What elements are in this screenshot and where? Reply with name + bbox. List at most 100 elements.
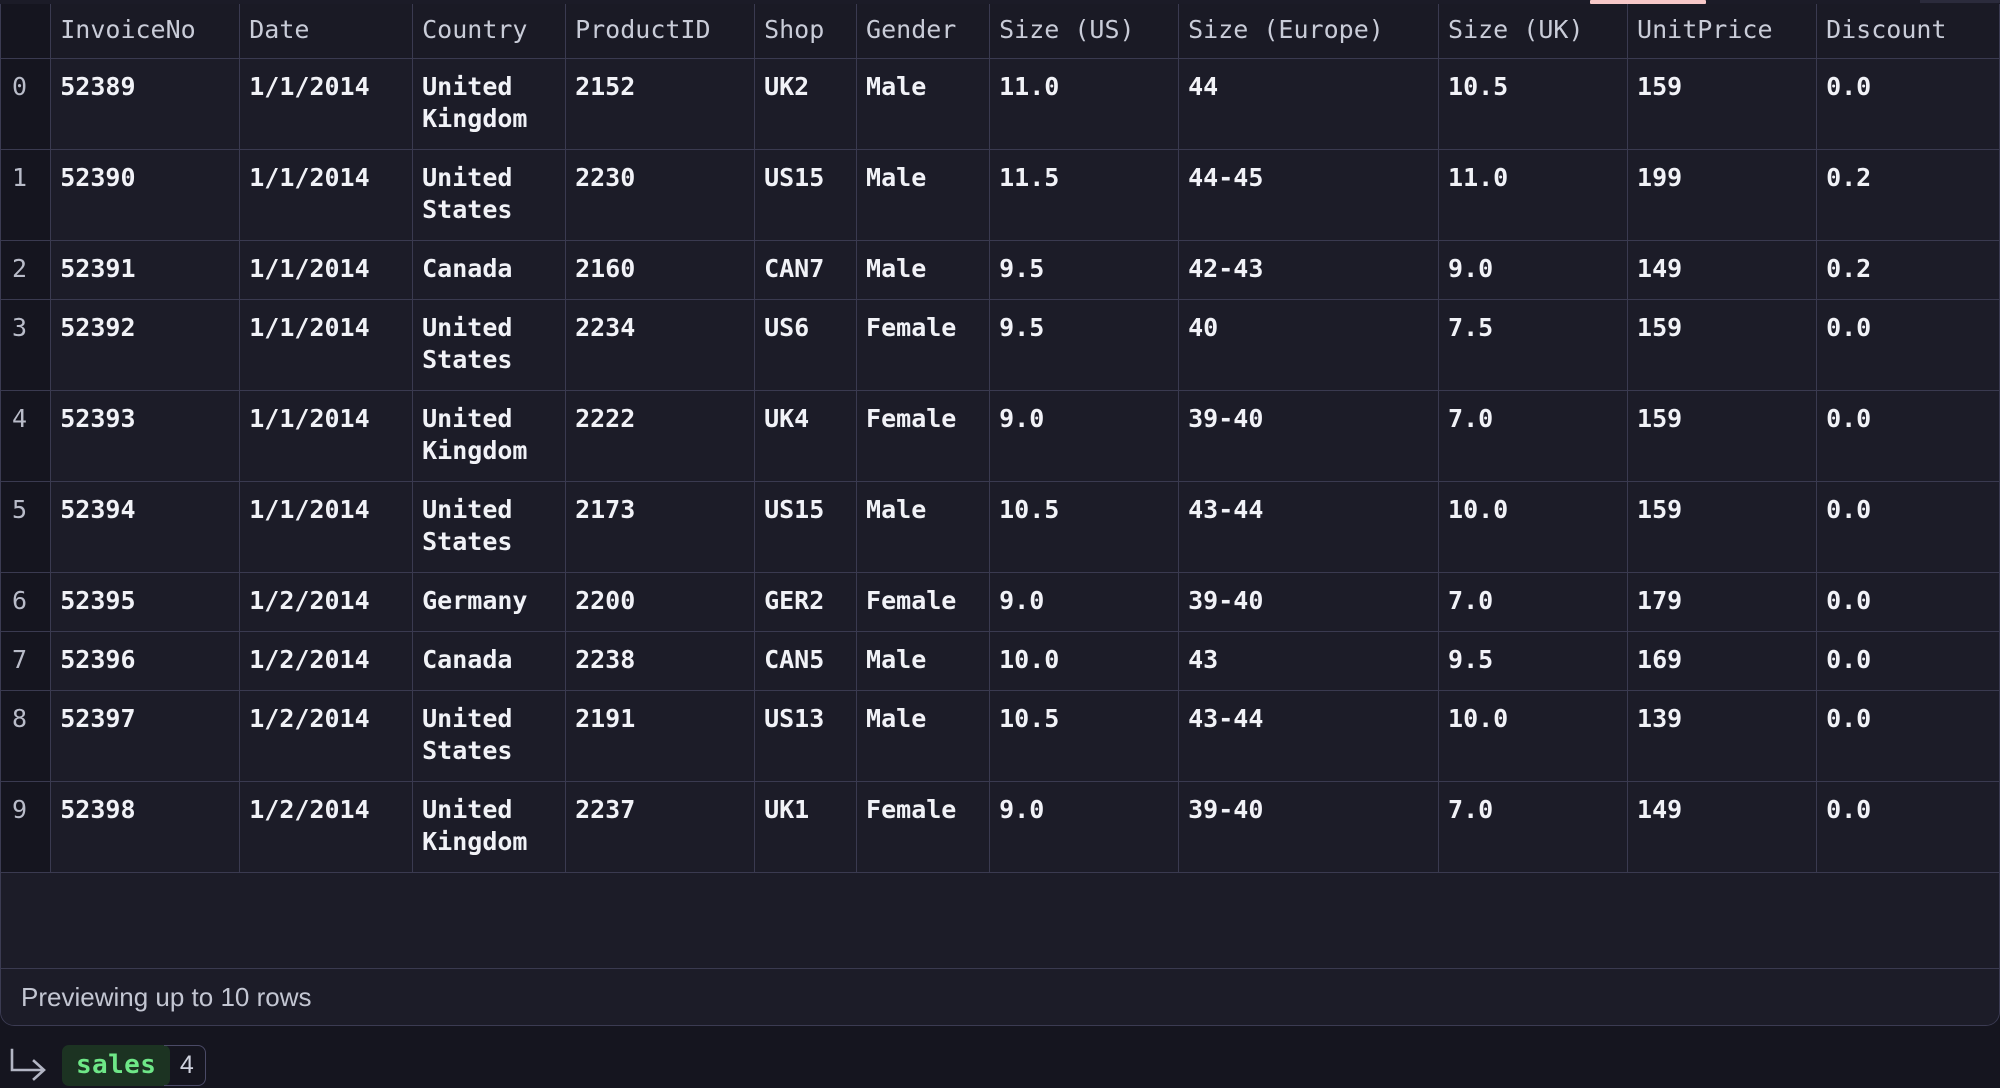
cell-size-europe[interactable]: 39-40 bbox=[1179, 782, 1439, 873]
variable-chip[interactable]: sales 4 bbox=[62, 1045, 206, 1086]
cell-discount[interactable]: 0.0 bbox=[1817, 691, 2000, 782]
cell-discount[interactable]: 0.0 bbox=[1817, 482, 2000, 573]
cell-shop[interactable]: UK2 bbox=[755, 59, 857, 150]
cell-date[interactable]: 1/2/2014 bbox=[240, 632, 413, 691]
cell-country[interactable]: United Kingdom bbox=[413, 391, 566, 482]
cell-invoiceno[interactable]: 52389 bbox=[51, 59, 240, 150]
column-header-productid[interactable]: ProductID bbox=[566, 4, 755, 59]
cell-productid[interactable]: 2173 bbox=[566, 482, 755, 573]
cell-unitprice[interactable]: 159 bbox=[1628, 391, 1817, 482]
cell-gender[interactable]: Male bbox=[857, 150, 990, 241]
cell-shop[interactable]: CAN5 bbox=[755, 632, 857, 691]
cell-shop[interactable]: US13 bbox=[755, 691, 857, 782]
cell-size-us[interactable]: 9.0 bbox=[990, 391, 1179, 482]
variable-name-badge[interactable]: sales bbox=[62, 1045, 170, 1086]
cell-productid[interactable]: 2222 bbox=[566, 391, 755, 482]
cell-size-uk[interactable]: 7.0 bbox=[1439, 391, 1628, 482]
column-header-unitprice[interactable]: UnitPrice bbox=[1628, 4, 1817, 59]
cell-productid[interactable]: 2230 bbox=[566, 150, 755, 241]
cell-size-europe[interactable]: 44 bbox=[1179, 59, 1439, 150]
cell-productid[interactable]: 2191 bbox=[566, 691, 755, 782]
variable-reference-count[interactable]: 4 bbox=[164, 1045, 206, 1086]
cell-gender[interactable]: Male bbox=[857, 632, 990, 691]
cell-size-us[interactable]: 9.5 bbox=[990, 300, 1179, 391]
table-row[interactable]: 5523941/1/2014United States2173US15Male1… bbox=[1, 482, 2000, 573]
cell-invoiceno[interactable]: 52398 bbox=[51, 782, 240, 873]
cell-productid[interactable]: 2160 bbox=[566, 241, 755, 300]
cell-size-uk[interactable]: 9.0 bbox=[1439, 241, 1628, 300]
cell-size-europe[interactable]: 44-45 bbox=[1179, 150, 1439, 241]
cell-unitprice[interactable]: 199 bbox=[1628, 150, 1817, 241]
cell-discount[interactable]: 0.0 bbox=[1817, 573, 2000, 632]
cell-size-uk[interactable]: 7.5 bbox=[1439, 300, 1628, 391]
cell-gender[interactable]: Male bbox=[857, 59, 990, 150]
cell-size-europe[interactable]: 43-44 bbox=[1179, 691, 1439, 782]
cell-invoiceno[interactable]: 52394 bbox=[51, 482, 240, 573]
cell-country[interactable]: Germany bbox=[413, 573, 566, 632]
cell-unitprice[interactable]: 159 bbox=[1628, 300, 1817, 391]
cell-discount[interactable]: 0.0 bbox=[1817, 59, 2000, 150]
column-header-size-europe[interactable]: Size (Europe) bbox=[1179, 4, 1439, 59]
cell-date[interactable]: 1/2/2014 bbox=[240, 573, 413, 632]
cell-shop[interactable]: US15 bbox=[755, 150, 857, 241]
cell-discount[interactable]: 0.0 bbox=[1817, 782, 2000, 873]
cell-size-us[interactable]: 10.5 bbox=[990, 691, 1179, 782]
cell-discount[interactable]: 0.2 bbox=[1817, 150, 2000, 241]
cell-date[interactable]: 1/2/2014 bbox=[240, 691, 413, 782]
cell-productid[interactable]: 2238 bbox=[566, 632, 755, 691]
table-row[interactable]: 0523891/1/2014United Kingdom2152UK2Male1… bbox=[1, 59, 2000, 150]
cell-country[interactable]: United States bbox=[413, 300, 566, 391]
cell-shop[interactable]: UK1 bbox=[755, 782, 857, 873]
cell-date[interactable]: 1/1/2014 bbox=[240, 482, 413, 573]
cell-shop[interactable]: CAN7 bbox=[755, 241, 857, 300]
cell-invoiceno[interactable]: 52391 bbox=[51, 241, 240, 300]
cell-size-europe[interactable]: 39-40 bbox=[1179, 391, 1439, 482]
cell-discount[interactable]: 0.2 bbox=[1817, 241, 2000, 300]
cell-country[interactable]: Canada bbox=[413, 632, 566, 691]
table-row[interactable]: 6523951/2/2014Germany2200GER2Female9.039… bbox=[1, 573, 2000, 632]
column-header-shop[interactable]: Shop bbox=[755, 4, 857, 59]
column-header-gender[interactable]: Gender bbox=[857, 4, 990, 59]
cell-discount[interactable]: 0.0 bbox=[1817, 632, 2000, 691]
cell-size-europe[interactable]: 43 bbox=[1179, 632, 1439, 691]
table-row[interactable]: 8523971/2/2014United States2191US13Male1… bbox=[1, 691, 2000, 782]
table-row[interactable]: 9523981/2/2014United Kingdom2237UK1Femal… bbox=[1, 782, 2000, 873]
cell-size-europe[interactable]: 40 bbox=[1179, 300, 1439, 391]
cell-unitprice[interactable]: 149 bbox=[1628, 241, 1817, 300]
cell-date[interactable]: 1/1/2014 bbox=[240, 300, 413, 391]
table-row[interactable]: 1523901/1/2014United States2230US15Male1… bbox=[1, 150, 2000, 241]
cell-unitprice[interactable]: 169 bbox=[1628, 632, 1817, 691]
dataframe-table[interactable]: InvoiceNo Date Country ProductID Shop Ge… bbox=[1, 4, 2000, 873]
column-header-size-uk[interactable]: Size (UK) bbox=[1439, 4, 1628, 59]
cell-date[interactable]: 1/2/2014 bbox=[240, 782, 413, 873]
cell-size-uk[interactable]: 11.0 bbox=[1439, 150, 1628, 241]
cell-size-uk[interactable]: 9.5 bbox=[1439, 632, 1628, 691]
cell-invoiceno[interactable]: 52392 bbox=[51, 300, 240, 391]
table-row[interactable]: 4523931/1/2014United Kingdom2222UK4Femal… bbox=[1, 391, 2000, 482]
cell-size-us[interactable]: 10.5 bbox=[990, 482, 1179, 573]
column-header-date[interactable]: Date bbox=[240, 4, 413, 59]
cell-size-uk[interactable]: 7.0 bbox=[1439, 573, 1628, 632]
cell-country[interactable]: United Kingdom bbox=[413, 782, 566, 873]
table-row[interactable]: 7523961/2/2014Canada2238CAN5Male10.0439.… bbox=[1, 632, 2000, 691]
cell-discount[interactable]: 0.0 bbox=[1817, 300, 2000, 391]
cell-size-us[interactable]: 10.0 bbox=[990, 632, 1179, 691]
cell-shop[interactable]: UK4 bbox=[755, 391, 857, 482]
cell-productid[interactable]: 2237 bbox=[566, 782, 755, 873]
cell-size-us[interactable]: 9.0 bbox=[990, 573, 1179, 632]
cell-date[interactable]: 1/1/2014 bbox=[240, 391, 413, 482]
cell-productid[interactable]: 2234 bbox=[566, 300, 755, 391]
cell-unitprice[interactable]: 159 bbox=[1628, 59, 1817, 150]
cell-country[interactable]: United States bbox=[413, 482, 566, 573]
cell-date[interactable]: 1/1/2014 bbox=[240, 150, 413, 241]
cell-invoiceno[interactable]: 52397 bbox=[51, 691, 240, 782]
cell-size-uk[interactable]: 7.0 bbox=[1439, 782, 1628, 873]
cell-size-uk[interactable]: 10.0 bbox=[1439, 482, 1628, 573]
cell-gender[interactable]: Female bbox=[857, 391, 990, 482]
cell-unitprice[interactable]: 139 bbox=[1628, 691, 1817, 782]
cell-size-us[interactable]: 11.5 bbox=[990, 150, 1179, 241]
cell-invoiceno[interactable]: 52396 bbox=[51, 632, 240, 691]
cell-size-us[interactable]: 9.0 bbox=[990, 782, 1179, 873]
cell-gender[interactable]: Male bbox=[857, 241, 990, 300]
cell-size-us[interactable]: 9.5 bbox=[990, 241, 1179, 300]
